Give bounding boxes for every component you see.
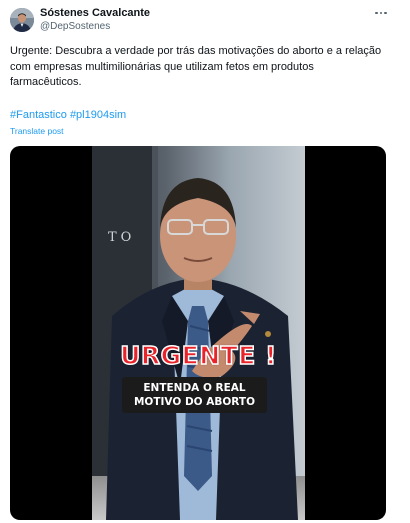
- video-overlay-caption: ENTENDA O REAL MOTIVO DO ABORTO: [122, 377, 267, 413]
- video-player[interactable]: TO URGENTE ! ENTENDA O REAL MOTIVO DO AB…: [10, 146, 386, 520]
- video-still-image: TO: [92, 146, 305, 520]
- avatar[interactable]: [10, 8, 34, 32]
- hashtags: #Fantastico #pl1904sim: [10, 109, 126, 121]
- hashtag-link[interactable]: #Fantastico: [10, 109, 67, 121]
- caption-line: MOTIVO DO ABORTO: [133, 396, 256, 408]
- translate-post-link[interactable]: Translate post: [10, 126, 64, 136]
- author-handle[interactable]: @DepSostenes: [40, 21, 110, 32]
- hashtag-link[interactable]: #pl1904sim: [70, 109, 126, 121]
- caption-line: ENTENDA O REAL: [143, 382, 246, 394]
- video-frame: TO URGENTE ! ENTENDA O REAL MOTIVO DO AB…: [92, 146, 305, 520]
- background-sign-text: TO: [108, 230, 135, 245]
- author-name[interactable]: Sóstenes Cavalcante: [40, 7, 150, 19]
- more-options-icon[interactable]: [372, 6, 390, 20]
- post-text: Urgente: Descubra a verdade por trás das…: [10, 45, 382, 88]
- video-overlay-title: URGENTE !: [119, 340, 277, 371]
- post-card: Sóstenes Cavalcante @DepSostenes Urgente…: [0, 0, 410, 523]
